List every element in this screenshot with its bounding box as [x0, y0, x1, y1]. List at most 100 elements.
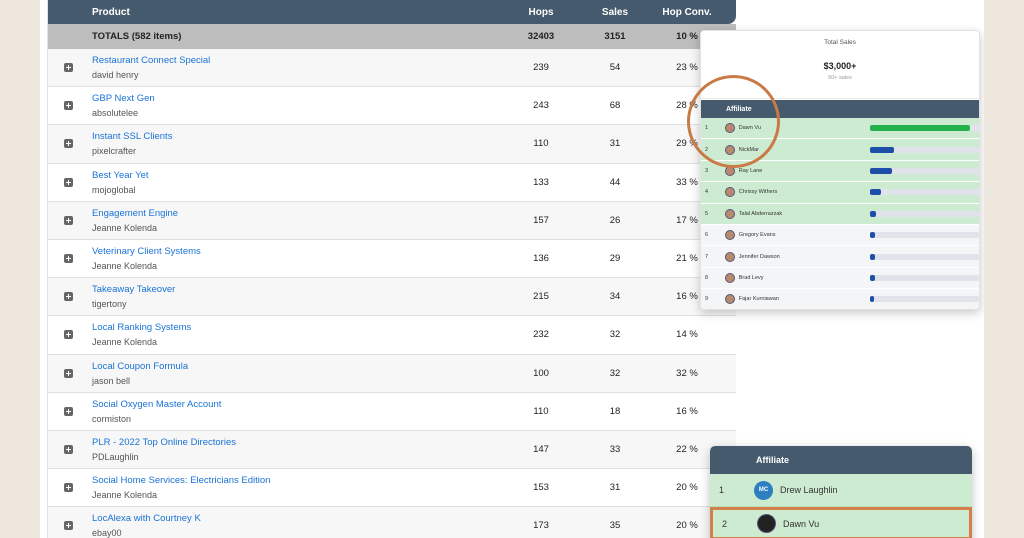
- expand-icon[interactable]: [63, 215, 73, 225]
- cell-hops: 239: [533, 62, 549, 74]
- expand-icon[interactable]: [63, 139, 73, 149]
- table-row[interactable]: Social Oxygen Master Account cormiston 110…: [48, 392, 736, 431]
- table-row[interactable]: Local Coupon Formula jason bell 100 32 32 %: [48, 354, 736, 393]
- table-row[interactable]: Takeaway Takeover tigertony 215 34 16 %: [48, 278, 736, 317]
- leaderboard-name: Gregory Evans: [738, 232, 776, 239]
- cell-sales: 35: [609, 520, 621, 532]
- table-row[interactable]: Social Home Services: Electricians Editi…: [48, 469, 736, 508]
- expand-icon[interactable]: [63, 254, 73, 264]
- cell-hops: 100: [533, 367, 549, 379]
- highlight-circle: [687, 75, 780, 168]
- expand-icon[interactable]: [63, 101, 73, 111]
- expand-icon[interactable]: [63, 368, 73, 378]
- header-product[interactable]: Product: [88, 7, 501, 18]
- product-name[interactable]: GBP Next Gen: [92, 93, 501, 104]
- leaderboard-rank: 9: [705, 296, 709, 303]
- totals-label: TOTALS (582 items): [92, 31, 182, 42]
- table-row[interactable]: Engagement Engine Jeanne Kolenda 157 26 17 %: [48, 201, 736, 240]
- vendor-name: ebay00: [92, 528, 122, 538]
- progress-bar: [869, 210, 979, 217]
- affiliate-name: Drew Laughlin: [780, 485, 838, 495]
- vendor-name: Jeanne Kolenda: [92, 337, 158, 348]
- product-name[interactable]: Best Year Yet: [92, 170, 501, 181]
- affiliate-zoom-panel: Affiliate 1 MC Drew Laughlin 2 Dawn Vu: [710, 446, 972, 538]
- progress-fill: [869, 146, 894, 153]
- table-row[interactable]: Restaurant Connect Special david henry 239…: [48, 49, 736, 88]
- product-name[interactable]: Social Oxygen Master Account: [92, 399, 501, 410]
- product-name[interactable]: LocAlexa with Courtney K: [92, 513, 501, 524]
- leaderboard-name: Jennifer Dawson: [738, 253, 780, 260]
- progress-bar: [869, 189, 979, 196]
- vendor-name: tigertony: [92, 299, 127, 310]
- vendor-name: mojoglobal: [92, 184, 136, 195]
- leaderboard-row[interactable]: 5 Talal Abderrazzak: [701, 203, 979, 225]
- cell-sales: 44: [609, 176, 621, 188]
- table-row[interactable]: PLR - 2022 Top Online Directories PDLaugh…: [48, 430, 736, 470]
- header-sales[interactable]: Sales: [581, 7, 649, 18]
- table-row[interactable]: Veterinary Client Systems Jeanne Kolenda 1…: [48, 239, 736, 279]
- cell-hops: 243: [533, 100, 549, 112]
- leaderboard-name: Ray Lane: [738, 167, 763, 174]
- leaderboard-rank: 5: [705, 210, 709, 217]
- table-row[interactable]: GBP Next Gen absolutelee 243 68 28 %: [48, 87, 736, 126]
- product-name[interactable]: Social Home Services: Electricians Editi…: [92, 475, 501, 486]
- leaderboard-row[interactable]: 9 Fajar Kurniawan: [701, 289, 979, 309]
- table-row[interactable]: Local Ranking Systems Jeanne Kolenda 232 32…: [48, 316, 736, 355]
- affiliate-zoom-row-highlighted[interactable]: 2 Dawn Vu: [710, 507, 972, 538]
- avatar: [724, 251, 735, 262]
- vendor-name: absolutelee: [92, 108, 139, 119]
- table-row[interactable]: Best Year Yet mojoglobal 133 44 33 %: [48, 163, 736, 202]
- leaderboard-row[interactable]: 7 Jennifer Dawson: [701, 246, 979, 268]
- cell-hops: 133: [533, 176, 549, 188]
- expand-icon[interactable]: [63, 177, 73, 187]
- product-name[interactable]: PLR - 2022 Top Online Directories: [92, 437, 501, 448]
- affiliate-zoom-header: Affiliate: [710, 446, 972, 474]
- leaderboard-row[interactable]: 8 Brad Levy: [701, 267, 979, 290]
- product-name[interactable]: Takeaway Takeover: [92, 284, 501, 295]
- vendor-name: Jeanne Kolenda: [92, 261, 158, 272]
- expand-icon[interactable]: [63, 444, 73, 454]
- canvas: Product Hops Sales Hop Conv. TOTALS (582…: [40, 0, 984, 538]
- cell-hops: 110: [533, 138, 549, 150]
- affiliate-zoom-row[interactable]: 1 MC Drew Laughlin: [710, 474, 972, 507]
- product-name[interactable]: Local Ranking Systems: [92, 322, 501, 333]
- expand-icon[interactable]: [63, 63, 73, 73]
- table-row[interactable]: Instant SSL Clients pixelcrafter 110 31 29 %: [48, 125, 736, 164]
- cell-hops: 173: [533, 520, 549, 532]
- cell-hops: 110: [533, 405, 549, 417]
- totals-sales: 3151: [604, 31, 626, 42]
- affiliate-name: Dawn Vu: [783, 518, 820, 529]
- expand-icon[interactable]: [63, 292, 73, 302]
- progress-fill: [869, 232, 876, 239]
- leaderboard-row[interactable]: 6 Gregory Evans: [701, 224, 979, 247]
- progress-bar: [869, 146, 979, 153]
- product-name[interactable]: Veterinary Client Systems: [92, 246, 501, 257]
- cell-hops: 153: [533, 482, 549, 494]
- vendor-name: jason bell: [92, 375, 131, 386]
- leaderboard-rank: 8: [705, 274, 709, 281]
- cell-hops: 147: [533, 443, 549, 455]
- cell-hops: 232: [533, 329, 549, 341]
- progress-bar: [869, 167, 979, 174]
- header-hop-conv[interactable]: Hop Conv.: [649, 7, 725, 18]
- expand-icon[interactable]: [63, 483, 73, 493]
- cell-hops: 215: [533, 291, 549, 303]
- cell-hop-conv: 32 %: [676, 367, 698, 379]
- product-name[interactable]: Engagement Engine: [92, 208, 501, 219]
- cell-sales: 29: [609, 253, 621, 265]
- cell-sales: 31: [609, 138, 621, 150]
- avatar: [724, 230, 735, 241]
- product-name[interactable]: Instant SSL Clients: [92, 131, 501, 142]
- product-name[interactable]: Local Coupon Formula: [92, 361, 501, 372]
- totals-hops: 32403: [527, 31, 555, 42]
- header-hops[interactable]: Hops: [501, 7, 581, 18]
- expand-icon[interactable]: [63, 406, 73, 416]
- expand-icon[interactable]: [63, 330, 73, 340]
- avatar: [724, 294, 735, 305]
- affiliate-rank: 2: [722, 518, 728, 529]
- table-row[interactable]: LocAlexa with Courtney Kebay00 173 35 20 %: [48, 507, 736, 538]
- expand-icon[interactable]: [63, 521, 73, 531]
- product-name[interactable]: Restaurant Connect Special: [92, 55, 501, 66]
- leaderboard-row[interactable]: 4 Chrissy Withers: [701, 182, 979, 204]
- cell-hop-conv: 16 %: [676, 405, 698, 417]
